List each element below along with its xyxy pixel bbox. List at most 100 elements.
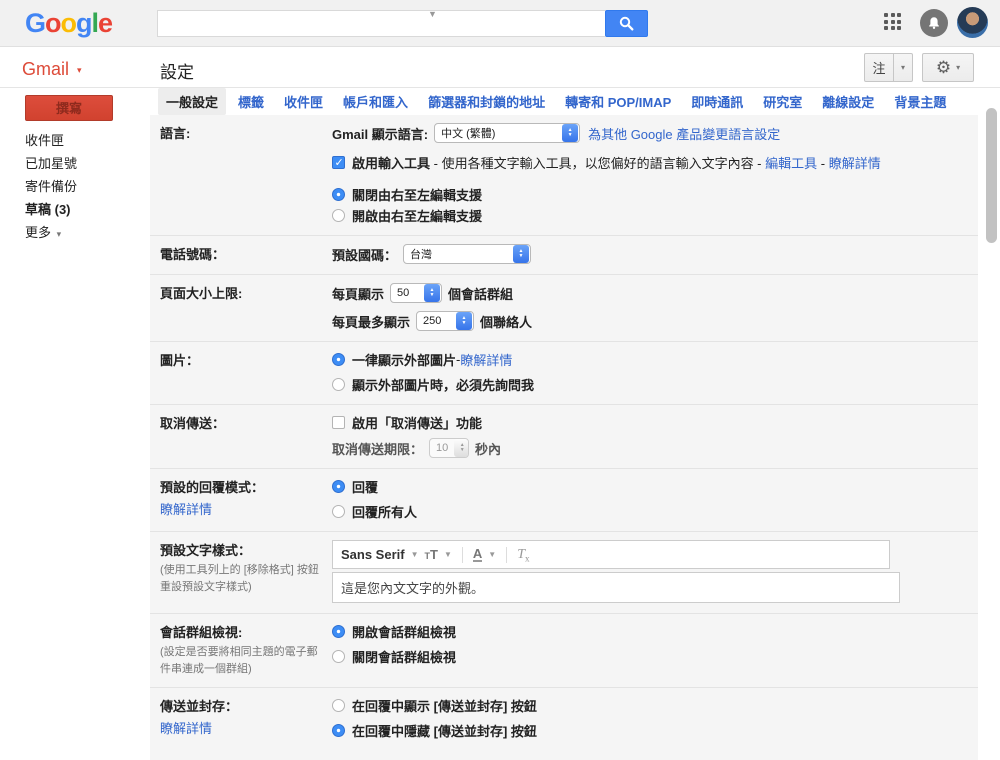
send-archive-learn-more-link[interactable]: 瞭解詳情 (160, 718, 332, 737)
rtl-off-label: 關閉由右至左編輯支援 (352, 185, 482, 204)
row-images: 圖片： 一律顯示外部圖片 - 瞭解詳情 顯示外部圖片時，必須先詢問我 (150, 341, 978, 404)
logo-letter: o (61, 8, 77, 38)
display-language-select[interactable]: 中文 (繁體) ▲▼ (434, 123, 580, 143)
row-reply-mode: 預設的回覆模式： 瞭解詳情 回覆 回覆所有人 (150, 468, 978, 531)
gear-icon: ⚙ (936, 59, 951, 76)
row-conversation-view: 會話群組檢視: (設定是否要將相同主題的電子郵件串連成一個群組) 開啟會話群組檢… (150, 613, 978, 687)
country-code-select[interactable]: 台灣 ▲▼ (403, 244, 531, 264)
page-title: 設定 (160, 58, 194, 83)
row-label: 預設文字樣式： (160, 540, 332, 559)
row-phone: 電話號碼： 預設國碼： 台灣 ▲▼ (150, 235, 978, 274)
avatar[interactable] (957, 7, 988, 38)
sidebar-item-starred[interactable]: 已加星號 (25, 153, 77, 172)
conversation-view-off-radio[interactable] (332, 650, 345, 663)
sidebar-item-more[interactable]: 更多 ▾ (25, 222, 61, 241)
rtl-on-radio[interactable] (332, 209, 345, 222)
reply-all-label: 回覆所有人 (352, 502, 417, 521)
input-method-button[interactable]: 注 (864, 53, 894, 82)
row-page-size: 頁面大小上限: 每頁顯示 50 ▲▼ 個會話群組 每頁最多顯示 250 ▲▼ (150, 274, 978, 341)
undo-send-enable-label: 啟用「取消傳送」功能 (352, 413, 482, 432)
select-value: 10 (436, 442, 448, 454)
dropdown-spinner-icon: ▲▼ (456, 312, 472, 330)
search-input[interactable] (157, 10, 605, 37)
input-tools-learn-more-link[interactable]: 瞭解詳情 (829, 156, 881, 171)
undo-send-checkbox[interactable] (332, 416, 345, 429)
scrollbar-thumb[interactable] (986, 108, 997, 243)
tab-chat[interactable]: 即時通訊 (683, 88, 751, 115)
bell-icon (927, 16, 941, 30)
undo-send-period-suffix: 秒內 (475, 439, 501, 458)
images-ask-first-label: 顯示外部圖片時，必須先詢問我 (352, 375, 534, 394)
select-value: 50 (397, 287, 418, 299)
row-label: 語言: (160, 126, 190, 141)
conversation-view-off-label: 關閉會話群組檢視 (352, 647, 456, 666)
font-family-button[interactable]: Sans Serif (341, 547, 405, 562)
logo-letter: G (25, 8, 45, 38)
tab-filters-blocked[interactable]: 篩選器和封鎖的地址 (420, 88, 553, 115)
tab-labels[interactable]: 標籤 (230, 88, 272, 115)
sidebar-item-sent[interactable]: 寄件備份 (25, 176, 77, 195)
tab-inbox[interactable]: 收件匣 (276, 88, 331, 115)
row-label: 圖片： (160, 353, 199, 368)
input-tools-checkbox[interactable] (332, 156, 345, 169)
send-archive-hide-radio[interactable] (332, 724, 345, 737)
select-value: 台灣 (410, 246, 507, 262)
row-label: 取消傳送： (160, 416, 225, 431)
tab-themes[interactable]: 背景主題 (886, 88, 954, 115)
sidebar-more-label: 更多 (25, 225, 51, 240)
notifications-button[interactable] (920, 9, 948, 37)
chevron-down-icon: ▾ (956, 63, 960, 72)
edit-tools-link[interactable]: 編輯工具 (765, 156, 817, 171)
reply-label: 回覆 (352, 477, 378, 496)
reply-mode-learn-more-link[interactable]: 瞭解詳情 (160, 499, 332, 518)
conversation-view-on-radio[interactable] (332, 625, 345, 638)
text-style-preview: 這是您內文文字的外觀。 (332, 572, 900, 603)
row-sublabel: (使用工具列上的 [移除格式] 按鈕重設預設文字樣式) (160, 562, 320, 595)
tab-offline[interactable]: 離線設定 (814, 88, 882, 115)
dropdown-spinner-icon: ▲▼ (424, 284, 440, 302)
font-size-button[interactable]: TT (425, 547, 438, 562)
chevron-down-icon[interactable]: ▼ (444, 550, 452, 559)
images-ask-first-radio[interactable] (332, 378, 345, 391)
chevron-down-icon: ▾ (77, 65, 82, 75)
row-label: 電話號碼： (160, 247, 225, 262)
input-method-caret-icon[interactable]: ▾ (893, 53, 913, 82)
settings-gear-button[interactable]: ⚙ ▾ (922, 53, 974, 82)
country-code-label: 預設國碼： (332, 245, 397, 264)
apps-grid-icon[interactable] (884, 13, 904, 33)
sidebar-item-drafts[interactable]: 草稿 (3) (25, 199, 71, 218)
send-archive-show-radio[interactable] (332, 699, 345, 712)
change-language-link[interactable]: 為其他 Google 產品變更語言設定 (588, 124, 780, 143)
tab-labs[interactable]: 研究室 (755, 88, 810, 115)
row-label: 預設的回覆模式： (160, 477, 332, 496)
row-label: 傳送並封存： (160, 696, 332, 715)
undo-send-period-select[interactable]: 10 ▲▼ (429, 438, 469, 458)
contacts-per-page-select[interactable]: 250 ▲▼ (416, 311, 474, 331)
send-archive-show-label: 在回覆中顯示 [傳送並封存] 按鈕 (352, 696, 537, 715)
tab-general[interactable]: 一般設定 (158, 88, 226, 115)
send-archive-hide-label: 在回覆中隱藏 [傳送並封存] 按鈕 (352, 721, 537, 740)
reply-all-radio[interactable] (332, 505, 345, 518)
tab-accounts-import[interactable]: 帳戶和匯入 (335, 88, 416, 115)
rtl-off-radio[interactable] (332, 188, 345, 201)
sidebar-item-inbox[interactable]: 收件匣 (25, 130, 64, 149)
google-logo[interactable]: Google (25, 8, 112, 39)
remove-formatting-button[interactable]: Tx (517, 546, 529, 564)
images-always-show-radio[interactable] (332, 353, 345, 366)
dash-text: - (817, 156, 829, 171)
logo-letter: o (45, 8, 61, 38)
search-options-caret-icon[interactable]: ▼ (428, 10, 442, 18)
input-tools-label: 啟用輸入工具 (352, 156, 430, 171)
search-button[interactable] (605, 10, 648, 37)
text-color-button[interactable]: A (473, 547, 482, 562)
tab-forwarding-pop-imap[interactable]: 轉寄和 POP/IMAP (557, 88, 679, 115)
images-learn-more-link[interactable]: 瞭解詳情 (460, 350, 512, 369)
settings-tabs: 一般設定 標籤 收件匣 帳戶和匯入 篩選器和封鎖的地址 轉寄和 POP/IMAP… (150, 88, 978, 115)
gmail-menu[interactable]: Gmail ▾ (22, 59, 82, 80)
conversations-per-page-select[interactable]: 50 ▲▼ (390, 283, 442, 303)
chevron-down-icon: ▾ (57, 229, 62, 239)
reply-radio[interactable] (332, 480, 345, 493)
chevron-down-icon[interactable]: ▼ (411, 550, 419, 559)
compose-button[interactable]: 撰寫 (25, 95, 113, 121)
chevron-down-icon[interactable]: ▼ (488, 550, 496, 559)
